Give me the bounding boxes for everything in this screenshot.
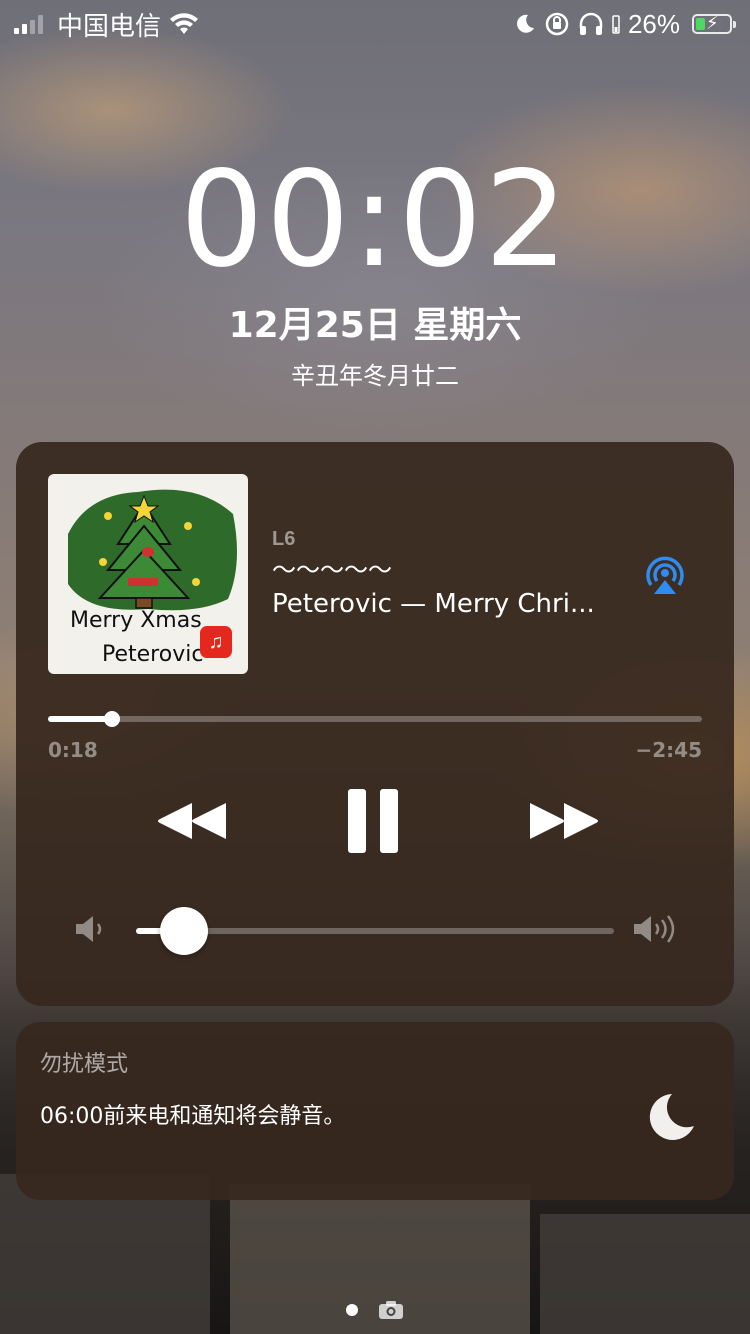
headphones-icon [579,12,603,35]
battery-percent: 26% [627,8,680,39]
fast-forward-button[interactable] [514,786,614,856]
track-artist-title: Peterovic — Merry Chri... [272,589,595,619]
elapsed-time: 0:18 [48,738,98,762]
battery-small-icon [612,15,620,34]
lock-clock: 00:02 [179,143,571,297]
scrubber-fill [48,716,113,722]
lunar-date: 辛丑年冬月廿二 [291,362,459,390]
volume-high-icon [634,915,675,943]
track-info: L6 ～～～～～ Peterovic — Merry Chri... [272,528,632,619]
airplay-icon[interactable] [642,552,688,598]
artwork-text-line2: Peterovic [102,642,204,667]
volume-knob[interactable] [159,907,208,955]
output-device-label: L6 [272,528,296,550]
pause-icon [348,789,398,853]
rotation-lock-icon [545,12,569,36]
status-bar: 中国电信 26% ⚡ [0,0,750,48]
battery-charging-icon: ⚡ [692,13,736,34]
moon-icon [649,1094,694,1140]
volume-slider[interactable] [136,907,614,955]
page-indicator [0,1300,750,1320]
rewind-button[interactable] [142,786,242,856]
artwork-text-line1: Merry Xmas [70,608,202,633]
remaining-time: −2:45 [635,738,702,762]
playback-scrubber[interactable] [48,711,702,727]
fast-forward-icon [530,803,598,839]
moon-icon [517,14,534,33]
wifi-icon [170,13,199,34]
dnd-message: 06:00前来电和通知将会静音。 [40,1104,346,1129]
carrier-label: 中国电信 [57,10,162,41]
pause-button[interactable] [324,786,424,856]
netease-music-icon: ♫ [200,626,232,658]
dnd-title: 勿扰模式 [40,1052,129,1077]
album-artwork[interactable]: Merry Xmas Peterovic ♫ [48,474,248,674]
camera-icon[interactable] [378,1300,404,1320]
signal-icon [14,14,43,34]
volume-low-icon [76,916,102,942]
now-playing-widget: Merry Xmas Peterovic ♫ L6 ～～～～～ Peterovi… [16,442,734,1006]
dnd-notification[interactable]: 勿扰模式 06:00前来电和通知将会静音。 [16,1022,734,1200]
lock-date: 12月25日 星期六 [228,305,522,346]
rewind-icon [158,803,226,839]
track-title: ～～～～～ [272,556,392,584]
scrubber-knob[interactable] [104,711,121,727]
page-dot[interactable] [346,1304,358,1316]
